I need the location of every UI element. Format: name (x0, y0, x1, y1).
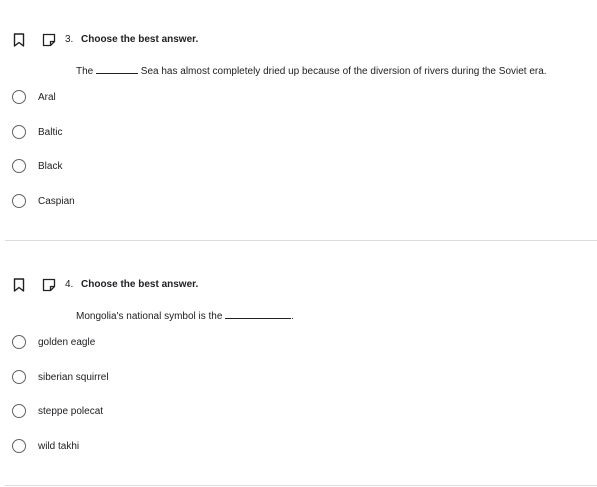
answer-option[interactable]: golden eagle (12, 335, 312, 351)
question-number: 3. (65, 34, 74, 45)
radio-button[interactable] (12, 404, 26, 418)
question-prompt: Mongolia's national symbol is the . (76, 309, 294, 322)
radio-button[interactable] (12, 335, 26, 349)
answer-option[interactable]: siberian squirrel (12, 370, 312, 386)
prompt-text-after: . (291, 311, 294, 322)
option-label: golden eagle (38, 337, 96, 348)
question-prompt: The Sea has almost completely dried up b… (76, 64, 547, 77)
question-number: 4. (65, 279, 74, 290)
option-label: Caspian (38, 196, 75, 207)
prompt-text-before: The (76, 66, 94, 77)
option-label: steppe polecat (38, 406, 104, 417)
answer-option[interactable]: Baltic (12, 125, 312, 141)
answer-option[interactable]: wild takhi (12, 439, 312, 455)
bookmark-icon[interactable] (13, 33, 25, 47)
radio-button[interactable] (12, 125, 26, 139)
radio-button[interactable] (12, 159, 26, 173)
answer-option[interactable]: steppe polecat (12, 404, 312, 420)
option-label: Black (38, 161, 63, 172)
bookmark-icon[interactable] (13, 278, 25, 292)
option-label: Aral (38, 92, 56, 103)
answer-blank (96, 64, 139, 74)
note-icon[interactable] (42, 33, 56, 47)
answer-option[interactable]: Aral (12, 90, 312, 106)
prompt-text-before: Mongolia's national symbol is the (76, 311, 223, 322)
note-icon[interactable] (42, 278, 56, 292)
option-label: Baltic (38, 127, 63, 138)
question-divider (5, 485, 597, 486)
radio-button[interactable] (12, 194, 26, 208)
option-label: siberian squirrel (38, 372, 109, 383)
question-divider (5, 240, 597, 241)
prompt-text-after: Sea has almost completely dried up becau… (140, 66, 547, 77)
radio-button[interactable] (12, 90, 26, 104)
radio-button[interactable] (12, 439, 26, 453)
question-title: Choose the best answer. (81, 279, 199, 290)
question-title: Choose the best answer. (81, 34, 199, 45)
answer-option[interactable]: Black (12, 159, 312, 175)
radio-button[interactable] (12, 370, 26, 384)
option-label: wild takhi (38, 441, 80, 452)
question-header: 4. Choose the best answer. (0, 276, 597, 296)
answer-option[interactable]: Caspian (12, 194, 312, 210)
question-header: 3. Choose the best answer. (0, 31, 597, 51)
answer-blank (225, 309, 292, 319)
